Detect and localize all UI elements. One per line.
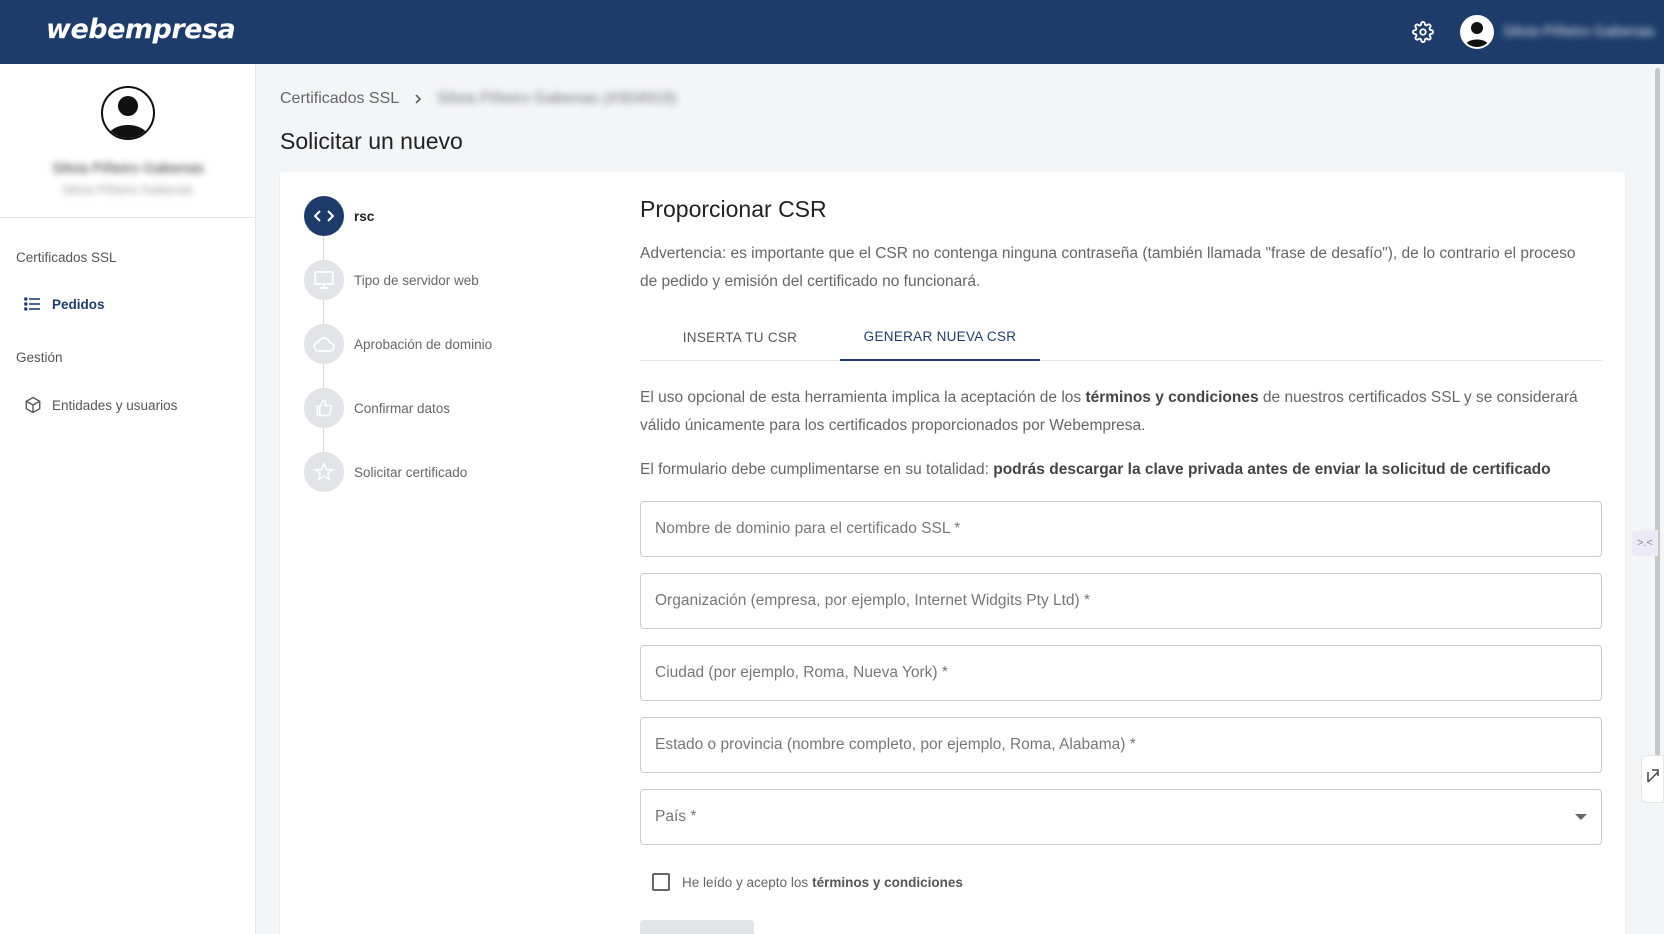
sidebar-item-entidades[interactable]: Entidades y usuarios [24,396,177,414]
sidebar-section-gestion: Gestión [16,350,63,365]
terms-paragraph: El uso opcional de esta herramienta impl… [640,384,1600,440]
terms-label: He leído y acepto los [682,874,809,890]
profile-subtitle: Silvia Piñeiro Gabenas [62,182,194,197]
csr-tabs: INSERTA TU CSR GENERAR NUEVA CSR [640,313,1602,361]
sidebar-item-label: Entidades y usuarios [52,397,178,413]
tab-inserta-csr[interactable]: INSERTA TU CSR [640,313,840,361]
city-field[interactable] [640,645,1602,701]
step-label: Tipo de servidor web [354,272,479,288]
city-input[interactable] [655,664,1601,682]
list-icon [24,297,40,311]
code-icon [304,196,344,236]
page-title: Solicitar un nuevo [280,128,463,154]
step-label: Aprobación de dominio [354,336,493,352]
scrollbar-thumb[interactable] [1655,68,1660,768]
step-tipo-servidor[interactable]: Tipo de servidor web [304,260,479,300]
submit-button[interactable] [640,920,754,934]
organization-input[interactable] [655,592,1601,610]
step-confirmar-datos[interactable]: Confirmar datos [304,388,450,428]
organization-field[interactable] [640,573,1602,629]
profile-name: Silvia Piñeiro Gabenas [52,160,204,177]
state-field[interactable] [640,717,1602,773]
chevron-down-icon [1575,814,1587,820]
user-name[interactable]: Silvia Piñeiro Gabenas [1503,23,1655,40]
terms-checkbox[interactable] [652,873,670,891]
step-label: Solicitar certificado [354,464,468,480]
step-label: rsc [354,208,375,224]
form-note: El formulario debe cumplimentarse en su … [640,456,1600,484]
top-navbar: webempresa Silvia Piñeiro Gabenas [0,0,1664,64]
terms-link[interactable]: términos y condiciones [812,875,963,890]
sidebar-profile: Silvia Piñeiro Gabenas Silvia Piñeiro Ga… [0,64,255,218]
sidebar-item-label: Pedidos [52,296,105,312]
webempresa-logo[interactable]: webempresa [46,14,236,45]
cloud-icon [304,324,344,364]
chevron-right-icon [415,94,422,104]
user-silhouette-icon [107,96,149,138]
user-avatar[interactable] [1460,15,1494,49]
domain-field[interactable] [640,501,1602,557]
star-icon [304,452,344,492]
terms-checkbox-row[interactable]: He leído y acepto los términos y condici… [652,873,963,891]
sidebar: Silvia Piñeiro Gabenas Silvia Piñeiro Ga… [0,64,256,934]
resize-icon [1646,769,1659,783]
paragraph-text: El uso opcional de esta herramienta impl… [640,389,1086,406]
thumbs-up-icon [304,388,344,428]
step-aprobacion-dominio[interactable]: Aprobación de dominio [304,324,492,364]
tab-generar-csr[interactable]: GENERAR NUEVA CSR [840,313,1040,361]
state-input[interactable] [655,736,1601,754]
step-solicitar-certificado[interactable]: Solicitar certificado [304,452,467,492]
country-select-label: País * [655,808,697,825]
cube-icon [25,396,41,414]
breadcrumb-root[interactable]: Certificados SSL [280,90,399,108]
step-label: Confirmar datos [354,400,451,416]
domain-input[interactable] [655,520,1601,538]
step-rsc[interactable]: rsc [304,196,374,236]
paragraph-bold-text: podrás descargar la clave privada antes … [993,461,1551,478]
country-select[interactable]: País * [640,789,1602,845]
csr-warning: Advertencia: es importante que el CSR no… [640,245,1576,290]
breadcrumb-current: Silvia Piñeiro Gabenas (#304919) [437,90,677,107]
sidebar-item-pedidos[interactable]: Pedidos [24,295,105,313]
monitor-icon [304,260,344,300]
gear-icon[interactable] [1412,21,1434,43]
breadcrumb: Certificados SSL Silvia Piñeiro Gabenas … [280,90,676,108]
user-silhouette-icon [1465,22,1489,47]
section-title: Proporcionar CSR [640,196,827,222]
expand-panel-button[interactable] [1641,755,1664,803]
floating-widget[interactable]: >.< [1632,530,1658,556]
profile-avatar [101,86,155,140]
sidebar-section-ssl: Certificados SSL [16,250,117,265]
paragraph-text: El formulario debe cumplimentarse en su … [640,461,994,478]
terms-link[interactable]: términos y condiciones [1085,389,1258,406]
